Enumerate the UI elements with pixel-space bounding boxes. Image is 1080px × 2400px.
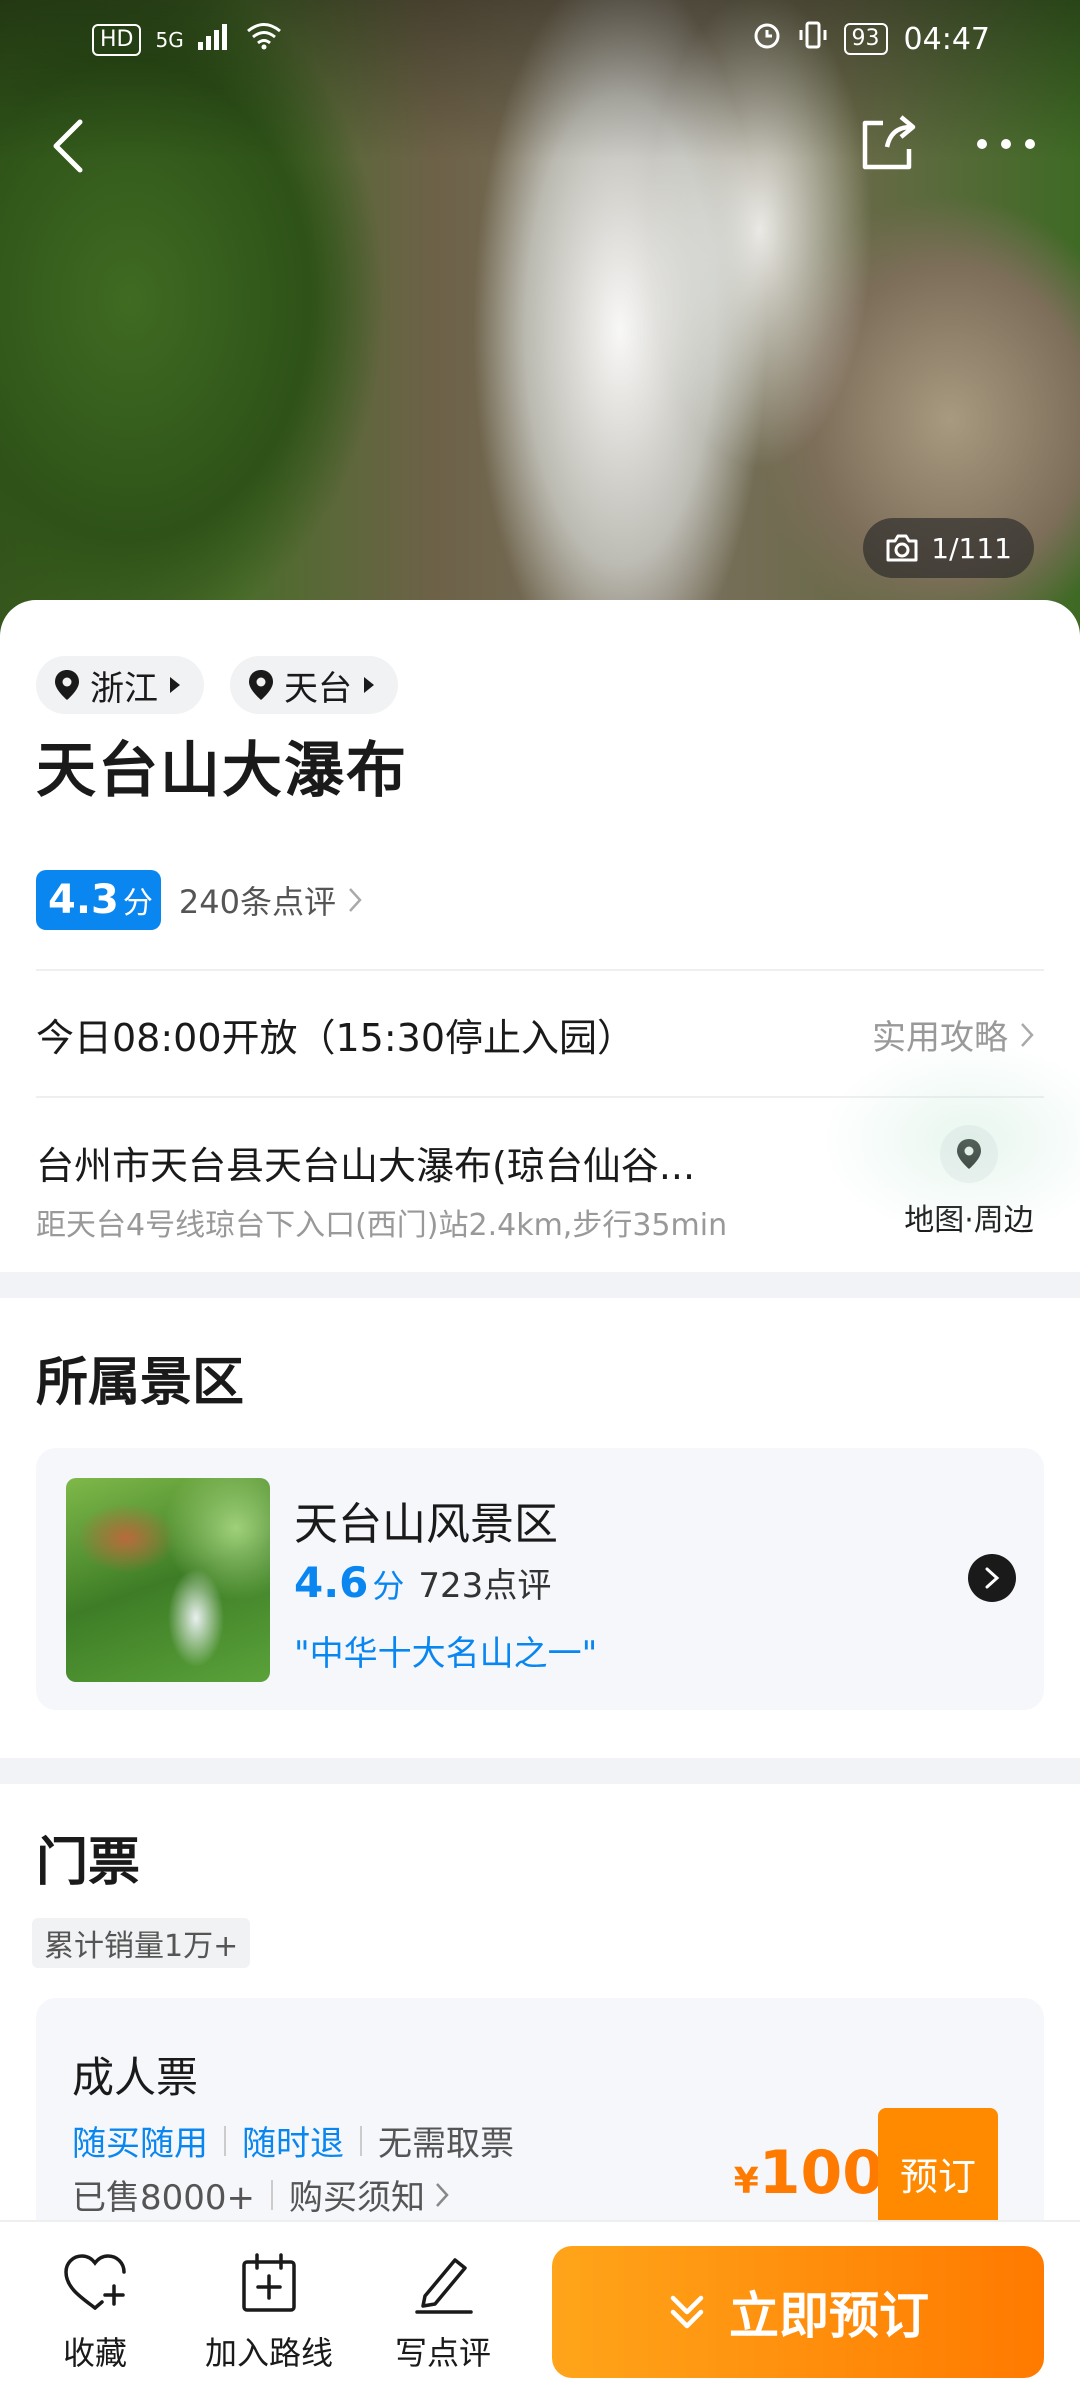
purchase-notice-link[interactable]: 购买须知 (289, 2170, 425, 2219)
score-value: 4.3 (48, 877, 119, 923)
share-button[interactable] (848, 104, 928, 184)
scenic-area-card[interactable]: 天台山风景区 4.6 分 723点评 "中华十大名山之一" (36, 1448, 1044, 1710)
wifi-icon (246, 22, 282, 58)
hd-indicator: HD (92, 24, 142, 56)
pencil-icon (415, 2258, 473, 2314)
scenic-review-count: 723点评 (418, 1566, 552, 1606)
clock: 04:47 (903, 21, 990, 57)
divider (36, 1096, 1044, 1098)
chevron-left-icon (53, 119, 83, 173)
separator (360, 2125, 362, 2156)
scenic-area-quote: "中华十大名山之一" (294, 1634, 598, 1674)
chevron-right-icon (349, 888, 362, 912)
camera-icon (886, 534, 918, 562)
score-unit: 分 (122, 886, 153, 921)
scenic-score: 4.6 (294, 1558, 369, 1607)
favorite-button[interactable]: 收藏 (20, 2250, 170, 2374)
double-chevron-down-icon (670, 2295, 704, 2329)
section-title: 所属景区 (36, 1353, 245, 1413)
write-review-button[interactable]: 写点评 (368, 2250, 518, 2374)
poi-title: 天台山大瀑布 (36, 736, 408, 806)
add-route-icon (242, 2253, 296, 2312)
heart-plus-icon (64, 2254, 126, 2310)
status-bar: HD 5G 93 04:47 (0, 0, 1080, 80)
battery-indicator: 93 (843, 23, 888, 55)
map-pin-icon (940, 1125, 998, 1183)
metro-distance: 距天台4号线琼台下入口(西门)站2.4km,步行35min (36, 1208, 728, 1243)
scenic-area-name: 天台山风景区 (294, 1499, 558, 1550)
ticket-section: 门票 累计销量1万+ 成人票 随买随用 随时退 无需取票 已售8000+ 购买须… (0, 1784, 1080, 2258)
add-route-label: 加入路线 (204, 2334, 333, 2372)
ticket-feature: 随时退 (242, 2124, 344, 2164)
bottom-action-bar: 收藏 加入路线 写点评 立即预订 (0, 2220, 1080, 2400)
guide-link-label: 实用攻略 (872, 1018, 1008, 1058)
chevron-right-icon (436, 2182, 449, 2207)
sales-volume-tag: 累计销量1万+ (32, 1918, 251, 1968)
section-title: 门票 (36, 1833, 141, 1893)
write-review-label: 写点评 (394, 2334, 491, 2372)
location-tag-province[interactable]: 浙江 (36, 656, 204, 714)
map-nearby-button[interactable]: 地图·周边 (894, 1125, 1044, 1239)
ticket-sold-count: 已售8000+ (72, 2178, 256, 2218)
map-nearby-label: 地图·周边 (904, 1203, 1034, 1238)
location-tag-city[interactable]: 天台 (230, 656, 398, 714)
photo-count-badge[interactable]: 1/111 (863, 518, 1034, 578)
separator (271, 2179, 274, 2210)
ticket-price: ¥ 100 (734, 2138, 884, 2208)
location-tag-label: 天台 (284, 668, 352, 709)
map-pin-icon (55, 670, 79, 700)
vibrate-icon (798, 20, 828, 58)
divider (36, 969, 1044, 971)
network-indicator: 5G (155, 28, 184, 52)
separator (224, 2125, 226, 2156)
signal-icon (197, 23, 232, 58)
location-tag-label: 浙江 (90, 668, 158, 709)
map-pin-icon (249, 670, 273, 700)
ticket-features: 随买随用 随时退 无需取票 (72, 2116, 514, 2165)
score-badge: 4.3 分 (36, 870, 161, 930)
caret-right-icon (170, 677, 180, 693)
book-now-label: 立即预订 (729, 2287, 929, 2345)
back-button[interactable] (28, 106, 108, 186)
book-now-button[interactable]: 立即预订 (552, 2246, 1044, 2378)
caret-right-icon (364, 677, 374, 693)
ticket-feature: 随买随用 (72, 2124, 208, 2164)
rating-row[interactable]: 4.3 分 240条点评 (36, 870, 362, 930)
add-route-button[interactable]: 加入路线 (194, 2250, 344, 2374)
scenic-area-rating: 4.6 分 723点评 (294, 1558, 551, 1607)
alarm-icon (752, 20, 782, 58)
opening-hours: 今日08:00开放（15:30停止入园） (36, 1016, 636, 1060)
address[interactable]: 台州市天台县天台山大瀑布(琼台仙谷... (36, 1135, 786, 1190)
price-value: 100 (758, 2138, 884, 2208)
ticket-card-adult[interactable]: 成人票 随买随用 随时退 无需取票 已售8000+ 购买须知 ¥ 100 预订 (36, 1998, 1044, 2258)
chevron-right-circle-icon[interactable] (968, 1554, 1016, 1602)
ticket-meta: 已售8000+ 购买须知 (72, 2170, 449, 2219)
price-currency: ¥ (733, 2161, 759, 2202)
scenic-area-thumbnail (66, 1478, 270, 1682)
poi-info-card: 浙江 天台 天台山大瀑布 4.3 分 240条点评 今日08:00开放（15:3… (0, 600, 1080, 1272)
favorite-label: 收藏 (62, 2334, 127, 2372)
scenic-score-unit: 分 (372, 1567, 405, 1605)
more-button[interactable] (966, 104, 1046, 184)
ticket-name: 成人票 (72, 2053, 199, 2102)
share-icon (862, 115, 916, 170)
chevron-right-icon (1021, 1022, 1034, 1047)
more-dots-icon (977, 139, 1035, 149)
photo-count-text: 1/111 (931, 531, 1012, 565)
review-count-link[interactable]: 240条点评 (179, 877, 362, 923)
scenic-area-section: 所属景区 天台山风景区 4.6 分 723点评 "中华十大名山之一" (0, 1298, 1080, 1758)
ticket-feature: 无需取票 (378, 2124, 514, 2164)
review-count: 240条点评 (178, 883, 336, 921)
guide-link[interactable]: 实用攻略 (872, 1010, 1034, 1059)
